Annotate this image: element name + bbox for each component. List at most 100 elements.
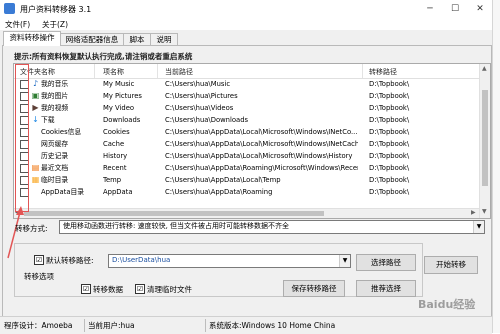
row-current-path: C:\Users\hua\Pictures	[165, 92, 238, 100]
chevron-down-icon[interactable]: ▼	[473, 221, 484, 233]
clean-temp-label: 清理临时文件	[147, 285, 192, 294]
row-current-path: C:\Users\hua\AppData\Local\Microsoft\Win…	[165, 128, 358, 136]
download-arrow-icon: ↓	[32, 115, 39, 124]
table-row[interactable]: ▦ 临时目录 Temp C:\Users\hua\AppData\Local\Temp…	[14, 175, 479, 185]
row-folder-name: 网页缓存	[41, 140, 69, 148]
table-row[interactable]: Cookies信息 Cookies C:\Users\hua\AppData\Loc…	[14, 127, 479, 137]
row-target-path: D:\Topbook\	[369, 140, 410, 148]
row-item-name: Recent	[103, 164, 127, 172]
row-folder-name: 历史记录	[41, 152, 69, 160]
path-dropdown-icon[interactable]: ▼	[339, 255, 350, 267]
row-target-path: D:\Topbook\	[369, 80, 410, 88]
transfer-mode-value: 使用移动函数进行转移: 速度较快, 但当文件被占用时可能转移数据不齐全	[63, 222, 290, 230]
row-target-path: D:\Topbook\	[369, 152, 410, 160]
minimize-button[interactable]: ─	[418, 0, 442, 18]
transfer-mode-select[interactable]: 使用移动函数进行转移: 速度较快, 但当文件被占用时可能转移数据不齐全 ▼	[59, 220, 485, 234]
table-row[interactable]: ↓ 下载 Downloads C:\Users\hua\Downloads D:\Top…	[14, 115, 479, 125]
scroll-thumb[interactable]	[482, 90, 488, 186]
row-folder-name: 临时目录	[41, 176, 69, 184]
row-folder-name: 最近文档	[41, 164, 69, 172]
app-icon	[4, 3, 15, 14]
row-item-name: Cookies	[103, 128, 130, 136]
col-target-path[interactable]: 转移路径	[369, 67, 397, 77]
row-current-path: C:\Users\hua\Videos	[165, 104, 234, 112]
table-row[interactable]: ▤ 最近文档 Recent C:\Users\hua\AppData\Roaming\…	[14, 163, 479, 173]
background-strip	[492, 0, 500, 333]
status-user: 当前用户:hua	[88, 321, 135, 330]
menu-bar: 文件(F) 关于(Z)	[0, 18, 492, 30]
tab-strip: 资料转移操作 网络适配器信息 脚本 说明	[0, 31, 492, 46]
col-item-name[interactable]: 项名称	[103, 67, 124, 77]
list-horizontal-scrollbar[interactable]: ◀ ▶	[14, 208, 479, 218]
default-path-label: 默认转移路径:	[46, 256, 94, 265]
path-input[interactable]: D:\UserData\hua ▼	[108, 254, 351, 268]
row-target-path: D:\Topbook\	[369, 128, 410, 136]
table-row[interactable]: ♪ 我的音乐 My Music C:\Users\hua\Music D:\Topboo…	[14, 79, 479, 89]
watermark: Baidu经验	[418, 298, 476, 311]
row-item-name: History	[103, 152, 128, 160]
browse-button[interactable]: 选择路径	[356, 254, 416, 271]
row-target-path: D:\Topbook\	[369, 164, 410, 172]
scroll-down-icon[interactable]: ▼	[482, 208, 487, 215]
pictures-icon: ▣	[31, 91, 40, 100]
row-folder-name: 我的音乐	[41, 80, 69, 88]
menu-file[interactable]: 文件(F)	[5, 19, 30, 30]
row-item-name: My Video	[103, 104, 135, 112]
table-row[interactable]: 网页缓存 Cache C:\Users\hua\AppData\Local\Micr…	[14, 139, 479, 149]
table-row[interactable]: AppData目录 AppData C:\Users\hua\AppData\Roa…	[14, 187, 479, 197]
row-folder-name: Cookies信息	[41, 128, 82, 136]
options-group-title: 转移选项	[22, 271, 56, 282]
col-current-path[interactable]: 当前路径	[165, 67, 193, 77]
recent-docs-icon: ▤	[31, 163, 40, 172]
row-target-path: D:\Topbook\	[369, 92, 410, 100]
row-folder-name: 我的视频	[41, 104, 69, 112]
tab-transfer[interactable]: 资料转移操作	[3, 31, 61, 46]
row-folder-name: 我的图片	[41, 92, 69, 100]
default-path-checkbox[interactable]: ☑	[34, 255, 44, 265]
video-icon: ▶	[32, 103, 39, 112]
scroll-up-icon[interactable]: ▲	[482, 65, 487, 72]
row-folder-name: AppData目录	[41, 188, 85, 196]
table-row[interactable]: 历史记录 History C:\Users\hua\AppData\Local\Mi…	[14, 151, 479, 161]
table-row[interactable]: ▣ 我的图片 My Pictures C:\Users\hua\Pictures D:\…	[14, 91, 479, 101]
hint-text: 提示:所有资料恢复默认执行完成,请注销或者重启系统	[14, 52, 193, 61]
row-current-path: C:\Users\hua\AppData\Roaming	[165, 188, 273, 196]
row-target-path: D:\Topbook\	[369, 104, 410, 112]
row-current-path: C:\Users\hua\AppData\Roaming\Microsoft\W…	[165, 164, 358, 172]
row-current-path: C:\Users\hua\Downloads	[165, 116, 249, 124]
row-folder-name: 下载	[41, 116, 55, 124]
row-target-path: D:\Topbook\	[369, 188, 410, 196]
list-header: 文件夹名称 项名称 当前路径 转移路径	[14, 64, 479, 79]
start-transfer-button[interactable]: 开始转移	[424, 256, 478, 274]
maximize-button[interactable]: ☐	[443, 0, 467, 18]
row-item-name: My Pictures	[103, 92, 142, 100]
music-note-icon: ♪	[32, 79, 39, 88]
annotation-box	[15, 64, 29, 212]
list-vertical-scrollbar[interactable]: ▲ ▼	[479, 64, 490, 218]
row-item-name: My Music	[103, 80, 135, 88]
menu-about[interactable]: 关于(Z)	[42, 19, 68, 30]
row-current-path: C:\Users\hua\Music	[165, 80, 231, 88]
recommend-button[interactable]: 推荐选择	[356, 280, 416, 297]
save-path-button[interactable]: 保存转移路径	[283, 280, 345, 297]
row-current-path: C:\Users\hua\AppData\Local\Microsoft\Win…	[165, 152, 353, 160]
folder-list: 文件夹名称 项名称 当前路径 转移路径 ♪ 我的音乐 My Music C:\User…	[13, 63, 491, 219]
window-title: 用户资料转移器 3.1	[20, 5, 92, 14]
transfer-data-checkbox[interactable]: ☑	[81, 284, 91, 294]
clean-temp-checkbox[interactable]: ☑	[135, 284, 145, 294]
hscroll-thumb[interactable]	[24, 211, 324, 216]
row-current-path: C:\Users\hua\AppData\Local\Temp	[165, 176, 281, 184]
status-bar: 程序设计：Amoeba 当前用户:hua 系统版本:Windows 10 Hom…	[0, 316, 492, 334]
app-window: 用户资料转移器 3.1 ─ ☐ ✕ 文件(F) 关于(Z) 资料转移操作 网络适…	[0, 0, 492, 334]
title-bar: 用户资料转移器 3.1 ─ ☐ ✕	[0, 0, 492, 18]
status-system: 系统版本:Windows 10 Home China	[209, 321, 336, 330]
path-value: D:\UserData\hua	[112, 256, 171, 264]
transfer-mode-label: 转移方式:	[15, 224, 48, 233]
status-designer: 程序设计：Amoeba	[4, 321, 73, 330]
close-button[interactable]: ✕	[468, 0, 492, 18]
row-target-path: D:\Topbook\	[369, 116, 410, 124]
row-item-name: Downloads	[103, 116, 141, 124]
transfer-data-label: 转移数据	[93, 285, 123, 294]
scroll-right-icon[interactable]: ▶	[471, 209, 476, 216]
table-row[interactable]: ▶ 我的视频 My Video C:\Users\hua\Videos D:\Topbo…	[14, 103, 479, 113]
